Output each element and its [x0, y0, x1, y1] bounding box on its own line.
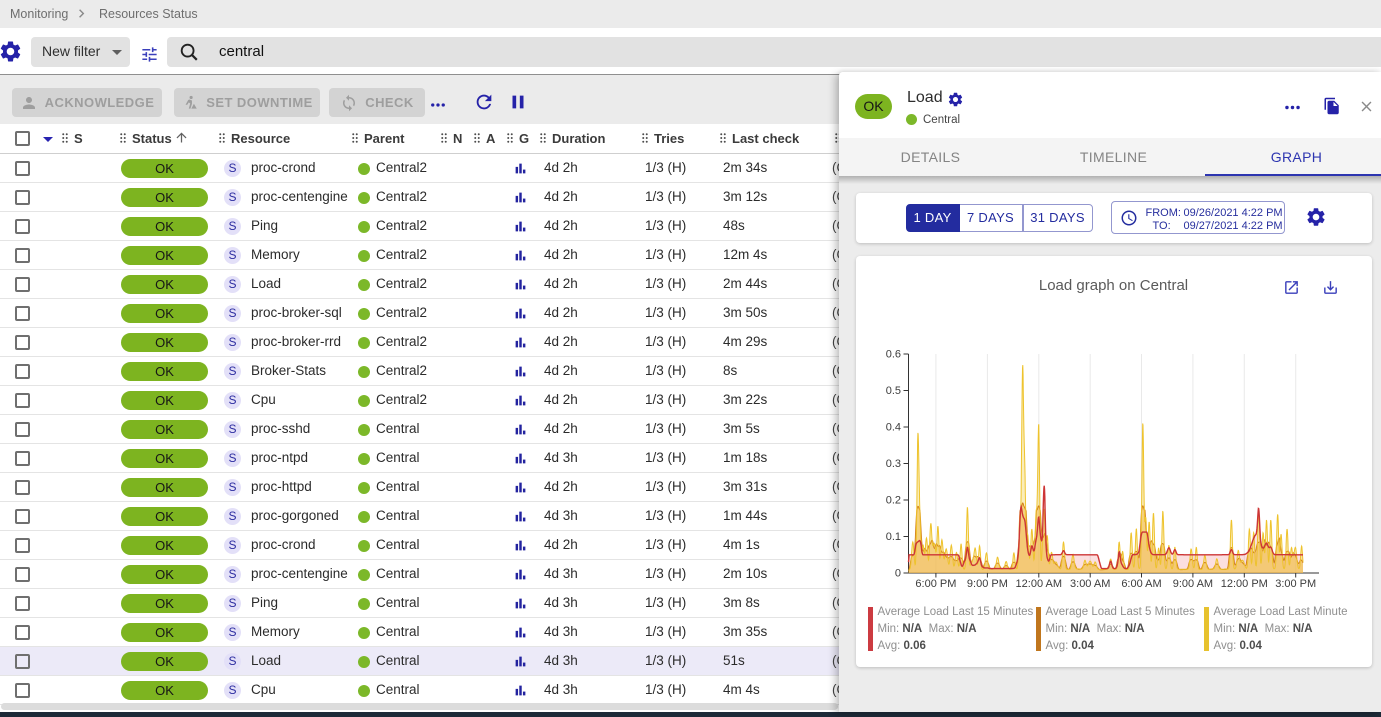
svg-text:12:00 AM: 12:00 AM: [1015, 578, 1061, 590]
svg-text:0.4: 0.4: [885, 422, 900, 434]
svg-text:6:00 AM: 6:00 AM: [1121, 578, 1161, 590]
svg-text:3:00 PM: 3:00 PM: [1275, 578, 1316, 590]
svg-text:9:00 PM: 9:00 PM: [966, 578, 1007, 590]
svg-text:0.6: 0.6: [885, 349, 900, 361]
svg-text:0: 0: [894, 568, 900, 580]
svg-text:12:00 PM: 12:00 PM: [1220, 578, 1267, 590]
svg-text:6:00 PM: 6:00 PM: [915, 578, 956, 590]
svg-text:0.1: 0.1: [885, 531, 900, 543]
svg-text:0.2: 0.2: [885, 495, 900, 507]
svg-text:9:00 AM: 9:00 AM: [1172, 578, 1212, 590]
svg-text:0.5: 0.5: [885, 385, 900, 397]
svg-text:3:00 AM: 3:00 AM: [1070, 578, 1110, 590]
svg-text:0.3: 0.3: [885, 458, 900, 470]
